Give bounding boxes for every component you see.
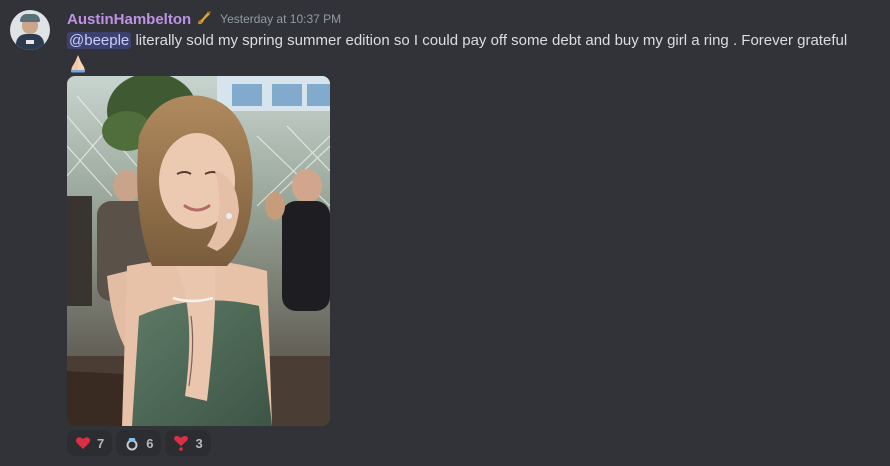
reaction-heart[interactable]: 7	[67, 430, 113, 456]
user-mention[interactable]: @beeple	[67, 32, 132, 49]
user-avatar[interactable]	[10, 10, 50, 50]
reaction-ring[interactable]: 6	[116, 430, 162, 456]
message-timestamp: Yesterday at 10:37 PM	[220, 12, 342, 26]
chat-message: AustinHambelton Yesterday at 10:37 PM @b…	[0, 0, 890, 466]
reaction-count: 7	[97, 435, 105, 451]
heart-exclamation-icon	[173, 435, 189, 451]
photo-attachment[interactable]	[67, 76, 330, 426]
message-header: AustinHambelton Yesterday at 10:37 PM	[67, 8, 341, 30]
folded-hands-icon	[67, 53, 89, 73]
heart-icon	[75, 435, 91, 451]
reaction-count: 6	[146, 435, 154, 451]
reaction-count: 3	[195, 435, 203, 451]
photo-woman-in-green-dress	[67, 76, 330, 426]
username[interactable]: AustinHambelton	[67, 11, 191, 28]
ring-icon	[124, 435, 140, 451]
message-body: literally sold my spring summer edition …	[131, 32, 848, 49]
reactions-bar: 7 6 3	[67, 430, 211, 456]
message-text: @beeple literally sold my spring summer …	[67, 31, 882, 51]
saxophone-icon	[196, 11, 212, 27]
reaction-heart-exclamation[interactable]: 3	[165, 430, 211, 456]
